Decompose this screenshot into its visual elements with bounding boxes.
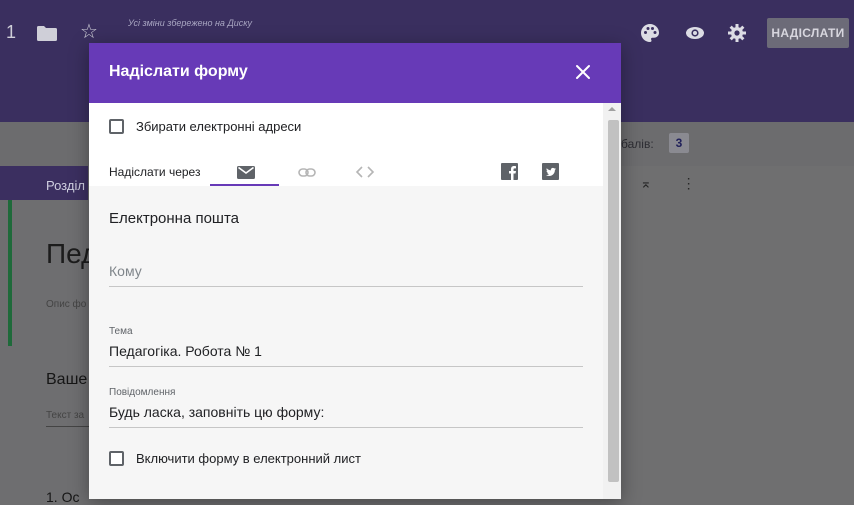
include-form-row[interactable]: Включити форму в електронний лист [109, 451, 361, 466]
section-header: Розділ [0, 166, 88, 200]
message-field: Повідомлення [109, 387, 583, 428]
question-title-partial: Ваше [46, 371, 88, 388]
points-value: 3 [669, 133, 689, 153]
saved-status: Усі зміни збережено на Диску [128, 18, 253, 28]
include-form-checkbox[interactable] [109, 451, 124, 466]
gear-icon[interactable] [727, 23, 747, 43]
to-input[interactable] [109, 263, 583, 287]
question-underline [46, 426, 90, 427]
scroll-up-arrow-icon[interactable] [608, 107, 616, 111]
dialog-title: Надіслати форму [109, 63, 248, 80]
collapse-icon[interactable]: ⌅ [640, 175, 652, 191]
send-via-label: Надіслати через [109, 165, 201, 179]
form-desc-partial: Опис фо [46, 299, 87, 310]
scrollbar-thumb[interactable] [608, 120, 619, 482]
send-via-row: Надіслати через [109, 161, 589, 187]
include-form-label: Включити форму в електронний лист [136, 451, 361, 466]
header-number: 1 [6, 22, 17, 42]
question-text-partial: Текст за [46, 410, 85, 421]
subject-field: Тема [109, 326, 583, 367]
message-label: Повідомлення [109, 387, 176, 398]
close-icon[interactable] [573, 62, 593, 82]
star-icon[interactable]: ☆ [80, 19, 98, 44]
section-label: Розділ [46, 178, 85, 193]
background-card-icons: ⌅ ⋮ [640, 175, 696, 192]
collect-emails-label: Збирати електронні адреси [136, 119, 302, 134]
send-form-dialog: Надіслати форму Збирати електронні адрес… [89, 43, 621, 499]
eye-icon[interactable] [685, 23, 705, 43]
embed-icon[interactable] [354, 161, 376, 183]
collect-emails-checkbox[interactable] [109, 119, 124, 134]
send-button-background[interactable]: НАДІСЛАТИ [767, 18, 849, 48]
subject-input[interactable] [109, 343, 583, 367]
email-icon[interactable] [235, 161, 257, 183]
collect-emails-row[interactable]: Збирати електронні адреси [109, 119, 301, 134]
link-icon[interactable] [296, 161, 318, 183]
message-input[interactable] [109, 404, 583, 428]
email-panel: Електронна пошта Тема Повідомлення Включ… [89, 186, 603, 499]
dialog-header: Надіслати форму [89, 43, 621, 103]
email-section-title: Електронна пошта [109, 210, 240, 227]
points-label: балів: [621, 137, 654, 151]
twitter-icon[interactable] [540, 161, 562, 183]
first-item-partial: 1. Ос [46, 489, 80, 505]
more-vert-icon[interactable]: ⋮ [682, 175, 696, 191]
palette-icon[interactable] [640, 23, 660, 43]
subject-label: Тема [109, 326, 133, 337]
dialog-body: Збирати електронні адреси Надіслати чере… [89, 103, 621, 499]
active-card-indicator [8, 200, 12, 346]
facebook-icon[interactable] [499, 161, 521, 183]
folder-icon[interactable] [37, 26, 57, 41]
to-field [109, 263, 583, 287]
